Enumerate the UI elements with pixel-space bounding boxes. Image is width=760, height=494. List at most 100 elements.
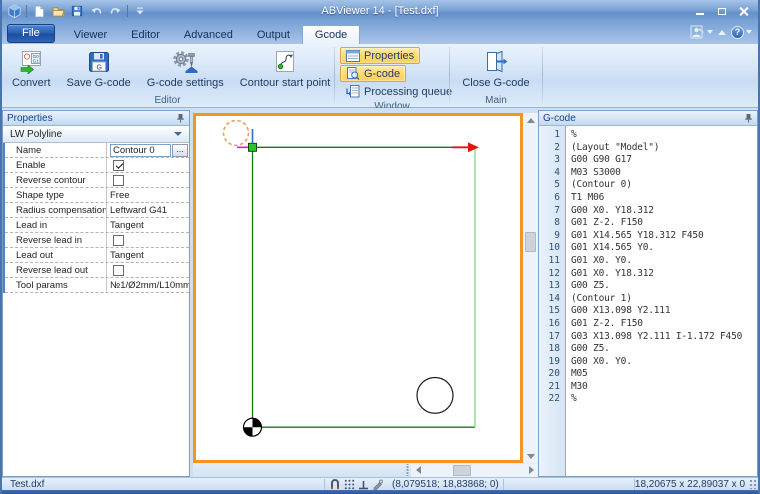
vertical-scroll-thumb[interactable] <box>525 232 536 252</box>
tab-gcode[interactable]: Gcode <box>302 25 360 44</box>
maximize-button[interactable] <box>712 4 731 19</box>
name-input[interactable]: Contour 0 <box>110 144 171 157</box>
help-icon: ? <box>731 26 744 39</box>
property-value[interactable]: Free <box>106 188 189 202</box>
arrow-right-icon <box>529 466 534 474</box>
minimize-button[interactable] <box>690 4 709 19</box>
origin-quadrant-ne <box>253 418 262 427</box>
draw-style-icon[interactable] <box>372 479 384 490</box>
gcode-editor[interactable]: 1%2(Layout "Model")3G00 G90 G174M03 S300… <box>539 126 757 476</box>
close-gcode-button[interactable]: Close G-code <box>454 46 537 95</box>
property-label: Lead in <box>5 220 106 231</box>
save-gcode-icon: G <box>87 50 111 74</box>
tab-viewer[interactable]: Viewer <box>62 26 119 44</box>
vertical-scrollbar[interactable] <box>523 113 538 463</box>
user-account-icon <box>690 25 705 39</box>
gcode-line: 16G01 Z-2. F150 <box>539 318 757 331</box>
user-account-button[interactable] <box>690 25 713 39</box>
properties-panel-empty <box>3 293 189 476</box>
gcode-line: 3G00 G90 G17 <box>539 154 757 167</box>
gcode-text: G01 X0. Y0. <box>565 255 632 268</box>
scroll-up-button[interactable] <box>523 113 538 127</box>
property-value <box>106 158 189 172</box>
redo-icon[interactable] <box>107 3 123 19</box>
gcode-line: 1% <box>539 129 757 142</box>
scroll-down-button[interactable] <box>523 449 538 463</box>
ribbon-separator <box>449 47 450 104</box>
caret-down-icon <box>746 30 752 34</box>
ortho-icon[interactable] <box>358 479 369 490</box>
titlebar: ABViewer 14 - [Test.dxf] <box>2 0 758 22</box>
gcode-line: 8G01 Z-2. F150 <box>539 217 757 230</box>
help-button[interactable]: ? <box>731 26 752 39</box>
pin-button[interactable] <box>744 113 753 123</box>
checkbox[interactable] <box>113 175 124 186</box>
app-window: ABViewer 14 - [Test.dxf] File ViewerEdito… <box>0 0 760 494</box>
line-number: 13 <box>539 280 565 293</box>
gcode-toggle-button[interactable]: G-code <box>340 65 406 82</box>
tab-file[interactable]: File <box>7 24 55 43</box>
property-row: NameContour 0... <box>5 143 189 158</box>
line-number: 1 <box>539 129 565 142</box>
vertical-scroll-track[interactable] <box>523 127 538 449</box>
property-row: Shape typeFree <box>5 188 189 203</box>
checkbox[interactable] <box>113 235 124 246</box>
splitter-handle[interactable] <box>404 464 411 476</box>
chevron-up-icon <box>718 30 726 35</box>
gcode-settings-button[interactable]: G-code settings <box>139 46 232 95</box>
open-file-icon[interactable] <box>50 3 66 19</box>
scroll-right-button[interactable] <box>524 466 538 474</box>
horizontal-scroll-track[interactable] <box>425 464 524 477</box>
property-value[interactable]: Leftward G41 <box>106 203 189 217</box>
checkbox[interactable] <box>113 160 124 171</box>
direction-arrow-head <box>468 142 479 152</box>
horizontal-scroll-thumb[interactable] <box>453 465 471 476</box>
entity-type-dropdown[interactable]: LW Polyline <box>3 126 189 143</box>
horizontal-scrollbar[interactable] <box>411 464 538 477</box>
checkbox[interactable] <box>113 265 124 276</box>
app-logo-icon[interactable] <box>6 3 22 19</box>
line-number: 20 <box>539 368 565 381</box>
close-gcode-icon <box>483 50 509 74</box>
gcode-panel-title: G-code <box>543 113 576 124</box>
pin-button[interactable] <box>176 113 185 123</box>
save-file-icon[interactable] <box>69 3 85 19</box>
undo-icon[interactable] <box>88 3 104 19</box>
resize-grip[interactable] <box>749 479 757 489</box>
processing-queue-button[interactable]: Processing queue <box>340 83 458 100</box>
scroll-left-button[interactable] <box>411 466 425 474</box>
line-number: 14 <box>539 293 565 306</box>
tab-output[interactable]: Output <box>245 26 302 44</box>
ellipsis-button[interactable]: ... <box>172 144 188 157</box>
grid-icon[interactable] <box>344 479 355 490</box>
tool-path-circle <box>224 120 249 145</box>
minimize-icon <box>696 13 704 15</box>
processing-queue-icon <box>346 85 360 98</box>
convert-button[interactable]: G0 G1 Convert <box>4 46 59 95</box>
divider <box>127 5 128 17</box>
new-file-icon[interactable] <box>31 3 47 19</box>
contour-start-point-button[interactable]: Contour start point <box>232 46 339 95</box>
tab-editor[interactable]: Editor <box>119 26 172 44</box>
arrow-up-icon <box>527 118 535 123</box>
save-gcode-label: Save G-code <box>67 77 131 89</box>
ribbon-group-editor: G0 G1 Convert G Save G-code <box>2 44 333 107</box>
qat-menu-icon[interactable] <box>132 3 148 19</box>
property-row: Radius compensationLeftward G41 <box>5 203 189 218</box>
close-button[interactable] <box>734 4 753 19</box>
collapse-ribbon-button[interactable] <box>718 30 726 35</box>
gcode-line: 21M30 <box>539 381 757 394</box>
save-gcode-button[interactable]: G Save G-code <box>59 46 139 95</box>
gcode-text: G01 Z-2. F150 <box>565 318 643 331</box>
properties-toggle-button[interactable]: Properties <box>340 47 420 64</box>
drawing-canvas[interactable] <box>193 113 523 463</box>
property-value[interactable]: Tangent <box>106 248 189 262</box>
svg-text:G1: G1 <box>32 59 39 64</box>
snap-magnet-icon[interactable] <box>329 479 341 490</box>
ribbon-separator <box>334 47 335 104</box>
start-point-marker[interactable] <box>249 143 257 151</box>
property-value[interactable]: №1/Ø2mm/L10mm <box>106 278 189 292</box>
property-row: Reverse lead out <box>5 263 189 278</box>
tab-advanced[interactable]: Advanced <box>172 26 245 44</box>
property-value[interactable]: Tangent <box>106 218 189 232</box>
